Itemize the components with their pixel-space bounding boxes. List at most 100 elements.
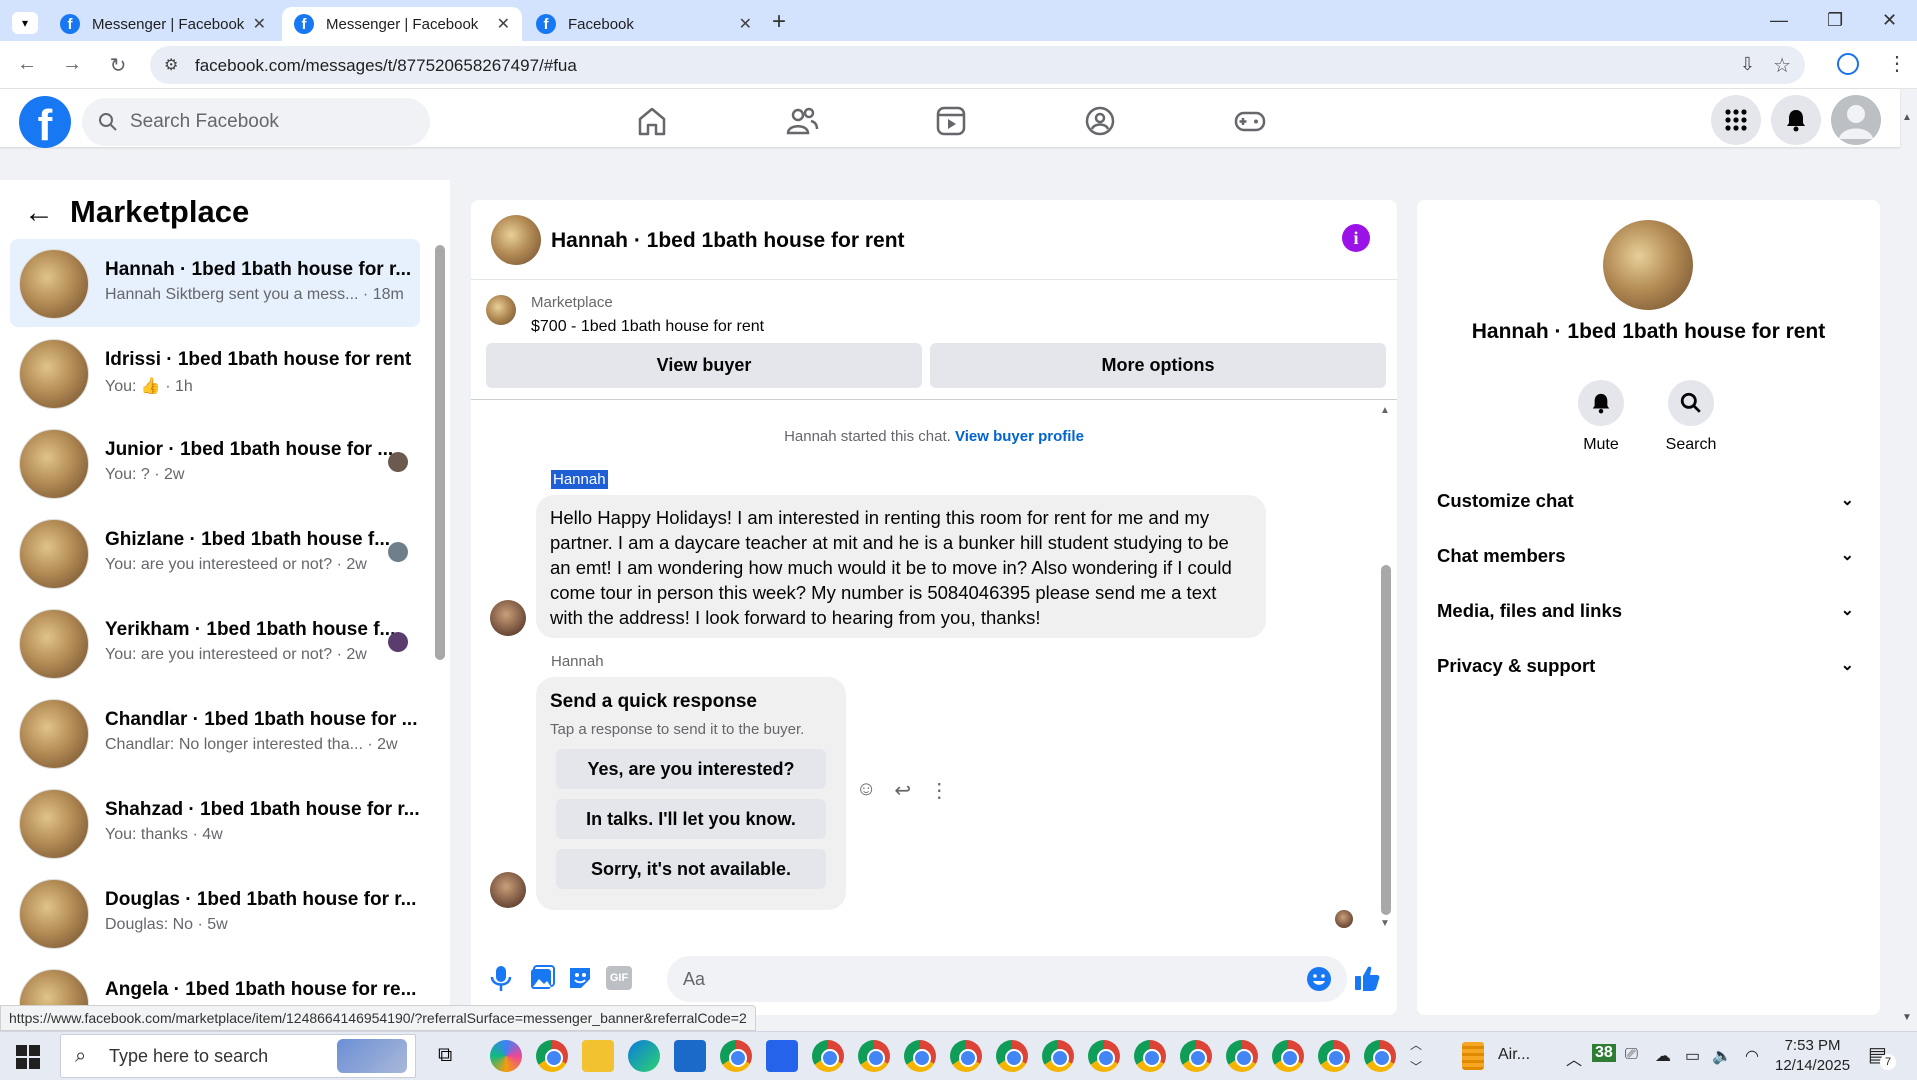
chrome-profile-icon[interactable] — [1318, 1040, 1350, 1072]
view-buyer-button[interactable]: View buyer — [486, 343, 922, 388]
quick-response-option[interactable]: Sorry, it's not available. — [556, 849, 826, 889]
window-close-icon[interactable]: ✕ — [1882, 10, 1897, 31]
more-actions-icon[interactable]: ⋮ — [929, 778, 949, 803]
message-input[interactable]: Aa — [667, 956, 1347, 1002]
onedrive-icon[interactable]: ☁ — [1655, 1046, 1671, 1066]
conversation-item[interactable]: Chandlar · 1bed 1bath house for ... Chan… — [10, 689, 420, 777]
bell-icon[interactable] — [1771, 95, 1821, 145]
accordion-chat-members[interactable]: Chat members ⌄ — [1437, 536, 1862, 576]
page-scroll-down-icon[interactable]: ▼ — [1902, 1012, 1912, 1023]
home-icon[interactable] — [634, 103, 670, 139]
chrome-profile-icon[interactable] — [720, 1040, 752, 1072]
accordion-media-files-links[interactable]: Media, files and links ⌄ — [1437, 591, 1862, 631]
weather-icon[interactable] — [1462, 1042, 1484, 1070]
chrome-profile-icon[interactable] — [996, 1040, 1028, 1072]
chrome-profile-icon[interactable] — [904, 1040, 936, 1072]
tab-search-chevron-icon[interactable]: ▾ — [12, 12, 38, 34]
omnibox[interactable]: ⚙ facebook.com/messages/t/87752065826749… — [150, 46, 1805, 84]
outlook-icon[interactable] — [766, 1040, 798, 1072]
chat-scrollbar[interactable] — [1381, 565, 1391, 915]
tab-close-icon[interactable]: ✕ — [497, 14, 510, 34]
info-icon[interactable]: i — [1342, 224, 1370, 252]
conversation-item[interactable]: Douglas · 1bed 1bath house for r... Doug… — [10, 869, 420, 957]
thumbs-up-icon[interactable] — [1353, 964, 1381, 992]
sender-avatar[interactable] — [490, 600, 526, 636]
accordion-customize-chat[interactable]: Customize chat ⌄ — [1437, 481, 1862, 521]
conversation-item[interactable]: Ghizlane · 1bed 1bath house f... You: ar… — [10, 509, 420, 597]
wifi-icon[interactable]: ◠ — [1745, 1046, 1759, 1066]
chrome-profile-icon[interactable] — [1226, 1040, 1258, 1072]
copilot-icon[interactable] — [490, 1040, 522, 1072]
chat-info-avatar[interactable] — [1603, 220, 1693, 310]
bookmark-star-icon[interactable]: ☆ — [1773, 53, 1791, 78]
windows-start-icon[interactable] — [16, 1045, 40, 1069]
reload-icon[interactable]: ↻ — [106, 53, 130, 78]
new-tab-plus-icon[interactable]: + — [772, 8, 786, 36]
conversation-item[interactable]: Junior · 1bed 1bath house for ... You: ?… — [10, 419, 420, 507]
tab-close-icon[interactable]: ✕ — [253, 14, 266, 34]
mute-button[interactable]: Mute — [1556, 380, 1646, 454]
forward-arrow-icon[interactable]: → — [60, 53, 84, 76]
chrome-profile-icon[interactable] — [858, 1040, 890, 1072]
back-arrow-icon[interactable]: ← — [15, 53, 39, 76]
browser-tab-3[interactable]: f Facebook ✕ — [524, 7, 764, 41]
tab-close-icon[interactable]: ✕ — [739, 14, 752, 34]
sidebar-scrollbar[interactable] — [435, 245, 445, 660]
show-hidden-icons-icon[interactable]: ︿ — [1566, 1046, 1582, 1070]
tray-badge[interactable]: 38 — [1592, 1044, 1616, 1062]
meet-now-icon[interactable]: ⎚ — [1625, 1046, 1638, 1064]
taskbar-clock[interactable]: 7:53 PM 12/14/2025 — [1775, 1036, 1850, 1076]
chrome-profile-icon[interactable] — [1272, 1040, 1304, 1072]
back-arrow-icon[interactable]: ← — [24, 196, 54, 230]
facebook-logo[interactable]: f — [19, 96, 71, 148]
site-settings-icon[interactable]: ⚙ — [164, 55, 178, 75]
message-bubble[interactable]: Hello Happy Holidays! I am interested in… — [536, 495, 1266, 638]
conversation-item[interactable]: Hannah · 1bed 1bath house for r... Hanna… — [10, 239, 420, 327]
chrome-profile-icon[interactable] — [812, 1040, 844, 1072]
conversation-item[interactable]: Idrissi · 1bed 1bath house for rent You:… — [10, 329, 420, 417]
search-conversation-button[interactable]: Search — [1646, 380, 1736, 454]
emoji-icon[interactable] — [1306, 966, 1332, 992]
chrome-profile-icon[interactable] — [950, 1040, 982, 1072]
microphone-icon[interactable] — [489, 964, 513, 992]
edge-icon[interactable] — [628, 1040, 660, 1072]
taskbar-search-input[interactable]: ⌕ Type here to search — [60, 1034, 416, 1078]
url-text[interactable]: facebook.com/messages/t/877520658267497/… — [195, 56, 577, 76]
listing-thumbnail[interactable] — [486, 295, 516, 325]
taskbar-overflow-chevron-icon[interactable]: ︿ ﹀ — [1410, 1034, 1422, 1078]
kebab-menu-icon[interactable]: ⋮ — [1887, 51, 1907, 76]
photo-icon[interactable] — [529, 965, 555, 991]
conversation-item[interactable]: Shahzad · 1bed 1bath house for r... You:… — [10, 779, 420, 867]
video-icon[interactable] — [933, 103, 969, 139]
scroll-up-arrow-icon[interactable]: ▲ — [1380, 405, 1390, 416]
task-view-icon[interactable]: ⧉ — [438, 1044, 452, 1067]
quick-response-option[interactable]: In talks. I'll let you know. — [556, 799, 826, 839]
store-icon[interactable] — [674, 1040, 706, 1072]
minimize-icon[interactable]: — — [1770, 10, 1788, 31]
facebook-search-input[interactable]: Search Facebook — [82, 98, 430, 146]
gif-icon[interactable]: GIF — [606, 966, 632, 990]
browser-tab-1[interactable]: f Messenger | Facebook ✕ — [48, 7, 278, 41]
sticker-icon[interactable] — [567, 965, 593, 991]
groups-icon[interactable] — [1082, 103, 1118, 139]
sender-avatar[interactable] — [490, 872, 526, 908]
react-emoji-icon[interactable]: ☺ — [856, 778, 876, 803]
chat-title[interactable]: Hannah · 1bed 1bath house for rent — [551, 229, 905, 253]
menu-grid-icon[interactable] — [1711, 95, 1761, 145]
page-scroll-up-icon[interactable]: ▲ — [1902, 112, 1912, 123]
weather-text[interactable]: Air... — [1498, 1046, 1530, 1064]
more-options-button[interactable]: More options — [930, 343, 1386, 388]
restore-icon[interactable]: ❐ — [1827, 10, 1843, 31]
profile-icon[interactable] — [1837, 53, 1859, 75]
quick-response-option[interactable]: Yes, are you interested? — [556, 749, 826, 789]
browser-tab-2[interactable]: f Messenger | Facebook ✕ — [282, 7, 522, 41]
chat-avatar[interactable] — [491, 215, 541, 265]
view-buyer-profile-link[interactable]: View buyer profile — [955, 428, 1084, 445]
profile-avatar[interactable] — [1831, 95, 1881, 145]
gaming-icon[interactable] — [1232, 103, 1268, 139]
scroll-down-arrow-icon[interactable]: ▼ — [1380, 918, 1390, 929]
volume-icon[interactable]: 🔈 — [1712, 1046, 1732, 1066]
accordion-privacy-support[interactable]: Privacy & support ⌄ — [1437, 646, 1862, 686]
chrome-profile-icon[interactable] — [1088, 1040, 1120, 1072]
chrome-profile-icon[interactable] — [1134, 1040, 1166, 1072]
